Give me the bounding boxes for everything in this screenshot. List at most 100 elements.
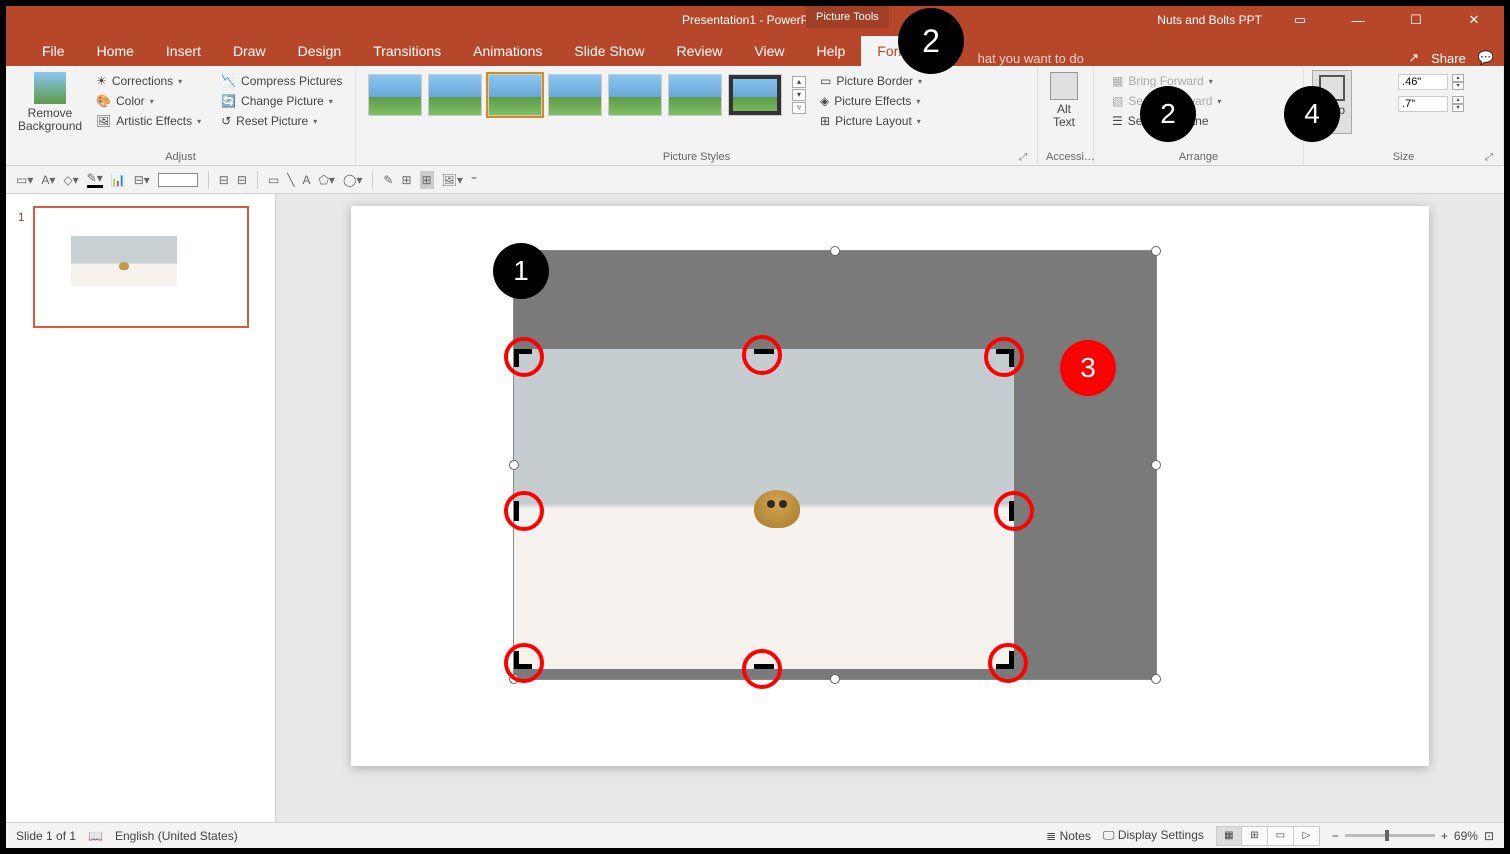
style-thumb-3[interactable] <box>488 74 542 116</box>
tab-insert[interactable]: Insert <box>150 36 217 66</box>
maximize-button[interactable]: ☐ <box>1396 12 1436 28</box>
zoom-slider[interactable] <box>1345 834 1435 837</box>
tab-design[interactable]: Design <box>282 36 358 66</box>
minimize-button[interactable]: — <box>1338 13 1378 28</box>
height-up[interactable]: ▴ <box>1452 74 1464 82</box>
crop-handle-r[interactable] <box>1009 501 1014 521</box>
qat-shape-text[interactable]: A <box>302 173 310 187</box>
sel-handle-br[interactable] <box>1151 674 1161 684</box>
sel-handle-r[interactable] <box>1151 460 1161 470</box>
qat-shape-arrow[interactable]: ⬠▾ <box>319 173 335 187</box>
slideshow-view-button[interactable]: ▷ <box>1294 826 1320 846</box>
qat-font-color[interactable]: A▾ <box>41 173 55 187</box>
picture-effects-button[interactable]: ◈Picture Effects▾ <box>816 92 926 110</box>
slide-counter[interactable]: Slide 1 of 1 <box>16 829 76 843</box>
qat-chart[interactable]: 📊 <box>111 173 126 187</box>
qat-group1[interactable]: ⊟ <box>219 173 229 187</box>
width-input[interactable]: ▴▾ <box>1398 96 1464 112</box>
sel-handle-bl[interactable] <box>509 674 519 684</box>
selected-picture[interactable] <box>513 250 1157 680</box>
picture-styles-gallery[interactable]: ▴▾▿ <box>364 70 810 120</box>
crop-handle-t[interactable] <box>754 349 774 354</box>
language-indicator[interactable]: English (United States) <box>115 829 238 843</box>
crop-handle-tr[interactable] <box>996 349 1014 367</box>
width-up[interactable]: ▴ <box>1452 96 1464 104</box>
styles-launcher[interactable]: ⤢ <box>1019 152 1027 163</box>
style-thumb-7[interactable] <box>728 74 782 116</box>
comments-icon[interactable]: 💬 <box>1478 50 1494 66</box>
tab-draw[interactable]: Draw <box>217 36 282 66</box>
tell-me-search[interactable]: hat you want to do <box>978 51 1084 66</box>
layout-icon: ⊞ <box>820 114 830 128</box>
crop-handle-tl[interactable] <box>514 349 532 367</box>
qat-grid2[interactable]: ⊞ <box>420 171 434 189</box>
zoom-in-button[interactable]: + <box>1441 829 1448 843</box>
crop-handle-bl[interactable] <box>514 651 532 669</box>
qat-group2[interactable]: ⊟ <box>237 173 247 187</box>
sorter-view-button[interactable]: ⊞ <box>1242 826 1268 846</box>
qat-picture[interactable]: 🖼▾ <box>442 173 463 187</box>
crop-region[interactable] <box>514 349 1014 669</box>
sel-handle-t[interactable] <box>830 246 840 256</box>
height-input[interactable]: ▴▾ <box>1398 74 1464 90</box>
crop-handle-l[interactable] <box>514 501 519 521</box>
share-icon[interactable]: ↗ <box>1408 50 1419 66</box>
style-thumb-2[interactable] <box>428 74 482 116</box>
crop-handle-br[interactable] <box>996 651 1014 669</box>
close-button[interactable]: ✕ <box>1454 12 1494 28</box>
sel-handle-tr[interactable] <box>1151 246 1161 256</box>
color-button[interactable]: 🎨Color▾ <box>92 92 205 110</box>
tab-transitions[interactable]: Transitions <box>357 36 457 66</box>
tab-animations[interactable]: Animations <box>457 36 558 66</box>
style-thumb-4[interactable] <box>548 74 602 116</box>
style-thumb-1[interactable] <box>368 74 422 116</box>
qat-grid1[interactable]: ⊞ <box>401 173 411 187</box>
size-launcher[interactable]: ⤢ <box>1485 152 1493 163</box>
picture-tools-tab[interactable]: Picture Tools <box>806 6 889 28</box>
tab-view[interactable]: View <box>738 36 800 66</box>
style-thumb-6[interactable] <box>668 74 722 116</box>
qat-color-swatch[interactable] <box>158 173 198 187</box>
picture-border-button[interactable]: ▭Picture Border▾ <box>816 72 926 90</box>
tab-file[interactable]: File <box>26 36 81 66</box>
compress-pictures-button[interactable]: 📉Compress Pictures <box>217 72 346 90</box>
gallery-more[interactable]: ▴▾▿ <box>792 76 806 114</box>
zoom-percent[interactable]: 69% <box>1454 829 1478 843</box>
zoom-out-button[interactable]: − <box>1332 829 1339 843</box>
remove-background-button[interactable]: Remove Background <box>14 70 86 135</box>
notes-button[interactable]: ≣ Notes <box>1046 829 1091 843</box>
tab-review[interactable]: Review <box>660 36 738 66</box>
tab-help[interactable]: Help <box>800 36 861 66</box>
share-button[interactable]: Share <box>1431 51 1466 66</box>
sel-handle-b[interactable] <box>830 674 840 684</box>
normal-view-button[interactable]: ▦ <box>1216 826 1242 846</box>
slide-thumbnail-1[interactable] <box>33 206 249 328</box>
reset-picture-button[interactable]: ↺Reset Picture▾ <box>217 112 346 130</box>
display-settings-button[interactable]: 🖵 Display Settings <box>1103 828 1204 843</box>
spellcheck-icon[interactable]: 📖 <box>88 829 103 843</box>
height-down[interactable]: ▾ <box>1452 82 1464 90</box>
reading-view-button[interactable]: ▭ <box>1268 826 1294 846</box>
ribbon-display-icon[interactable]: ▭ <box>1280 12 1320 28</box>
qat-shape-rect[interactable]: ▭ <box>268 173 279 187</box>
qat-edit[interactable]: ✎ <box>383 173 393 187</box>
qat-line[interactable]: ✎▾ <box>87 171 103 188</box>
alt-text-button[interactable]: Alt Text <box>1046 70 1082 131</box>
tab-home[interactable]: Home <box>81 36 150 66</box>
tab-slideshow[interactable]: Slide Show <box>558 36 660 66</box>
fit-to-window-button[interactable]: ⊡ <box>1484 829 1494 843</box>
width-down[interactable]: ▾ <box>1452 104 1464 112</box>
change-picture-button[interactable]: 🔄Change Picture▾ <box>217 92 346 110</box>
crop-handle-b[interactable] <box>754 664 774 669</box>
qat-more[interactable]: ⁼ <box>471 173 477 187</box>
qat-shape-line[interactable]: ╲ <box>287 173 294 187</box>
picture-layout-button[interactable]: ⊞Picture Layout▾ <box>816 112 926 130</box>
corrections-button[interactable]: ☀Corrections▾ <box>92 72 205 90</box>
qat-align[interactable]: ⊟▾ <box>134 173 150 187</box>
qat-dropdown-icon[interactable]: ▭▾ <box>16 173 33 187</box>
artistic-effects-button[interactable]: 🖼Artistic Effects▾ <box>92 112 205 130</box>
sel-handle-l[interactable] <box>509 460 519 470</box>
qat-fill[interactable]: ◇▾ <box>63 173 78 187</box>
qat-shape-callout[interactable]: ◯▾ <box>343 173 362 187</box>
style-thumb-5[interactable] <box>608 74 662 116</box>
